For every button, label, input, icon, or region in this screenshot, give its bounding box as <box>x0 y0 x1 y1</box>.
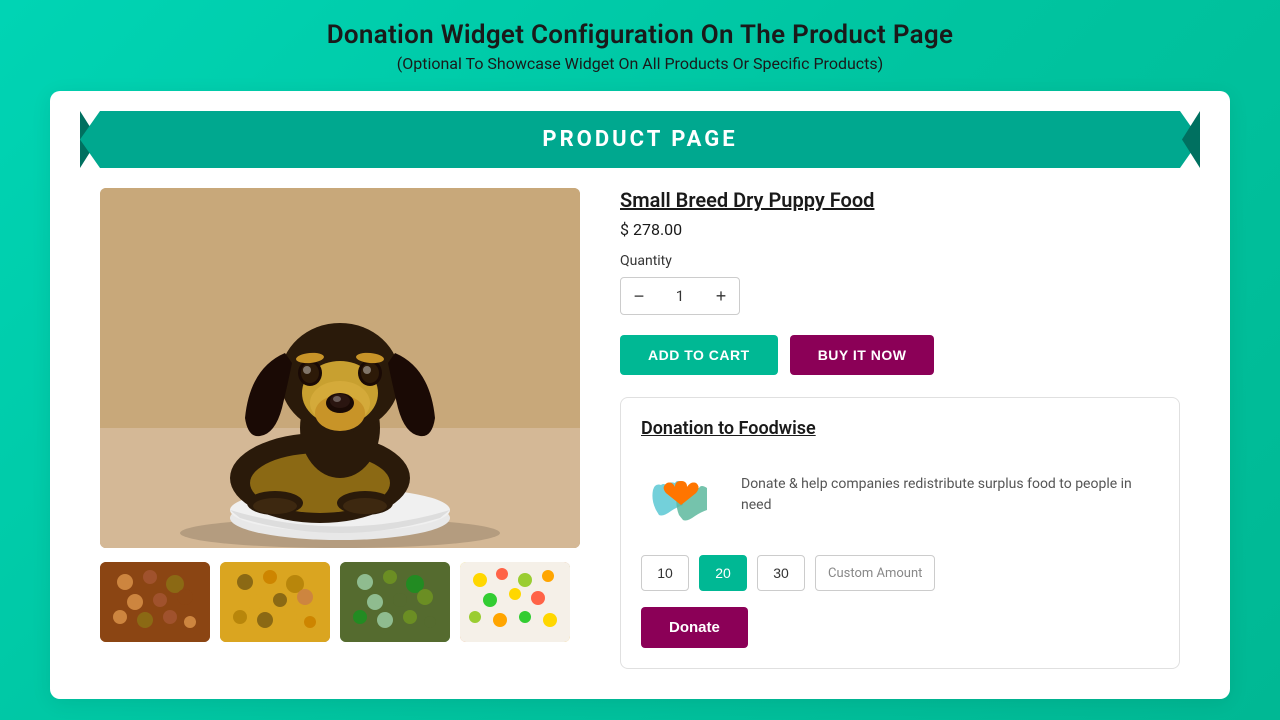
donation-title: Donation to Foodwise <box>641 418 1159 439</box>
donate-button[interactable]: Donate <box>641 607 748 648</box>
quantity-value: 1 <box>657 287 703 305</box>
donation-icon <box>641 455 721 535</box>
add-to-cart-button[interactable]: ADD TO CART <box>620 335 778 375</box>
amount-30-button[interactable]: 30 <box>757 555 805 591</box>
product-area: Small Breed Dry Puppy Food $ 278.00 Quan… <box>50 168 1230 669</box>
product-images <box>100 188 580 669</box>
donation-amounts: 10 20 30 Custom Amount <box>641 555 1159 591</box>
white-card: PRODUCT PAGE <box>50 91 1230 699</box>
buy-now-button[interactable]: BUY IT NOW <box>790 335 935 375</box>
product-page-banner: PRODUCT PAGE <box>80 111 1200 168</box>
page-header: Donation Widget Configuration On The Pro… <box>327 20 954 73</box>
banner-text: PRODUCT PAGE <box>542 127 737 152</box>
dog-svg <box>100 188 580 548</box>
cart-buttons: ADD TO CART BUY IT NOW <box>620 335 1180 375</box>
product-price: $ 278.00 <box>620 220 1180 239</box>
donation-description: Donate & help companies redistribute sur… <box>741 474 1159 516</box>
thumbnail-1[interactable] <box>100 562 210 642</box>
donation-body: Donate & help companies redistribute sur… <box>641 455 1159 535</box>
main-product-image <box>100 188 580 548</box>
product-info: Small Breed Dry Puppy Food $ 278.00 Quan… <box>620 188 1180 669</box>
quantity-minus-button[interactable]: − <box>621 278 657 314</box>
page-title: Donation Widget Configuration On The Pro… <box>327 20 954 50</box>
page-subtitle: (Optional To Showcase Widget On All Prod… <box>327 54 954 73</box>
custom-amount-button[interactable]: Custom Amount <box>815 555 935 591</box>
quantity-plus-button[interactable]: + <box>703 278 739 314</box>
amount-10-button[interactable]: 10 <box>641 555 689 591</box>
thumbnail-4[interactable] <box>460 562 570 642</box>
amount-20-button[interactable]: 20 <box>699 555 747 591</box>
product-name: Small Breed Dry Puppy Food <box>620 188 1180 212</box>
donation-widget: Donation to Foodwise <box>620 397 1180 669</box>
thumbnail-3[interactable] <box>340 562 450 642</box>
thumbnail-row <box>100 562 580 642</box>
quantity-label: Quantity <box>620 253 1180 269</box>
thumbnail-2[interactable] <box>220 562 330 642</box>
quantity-control: − 1 + <box>620 277 740 315</box>
